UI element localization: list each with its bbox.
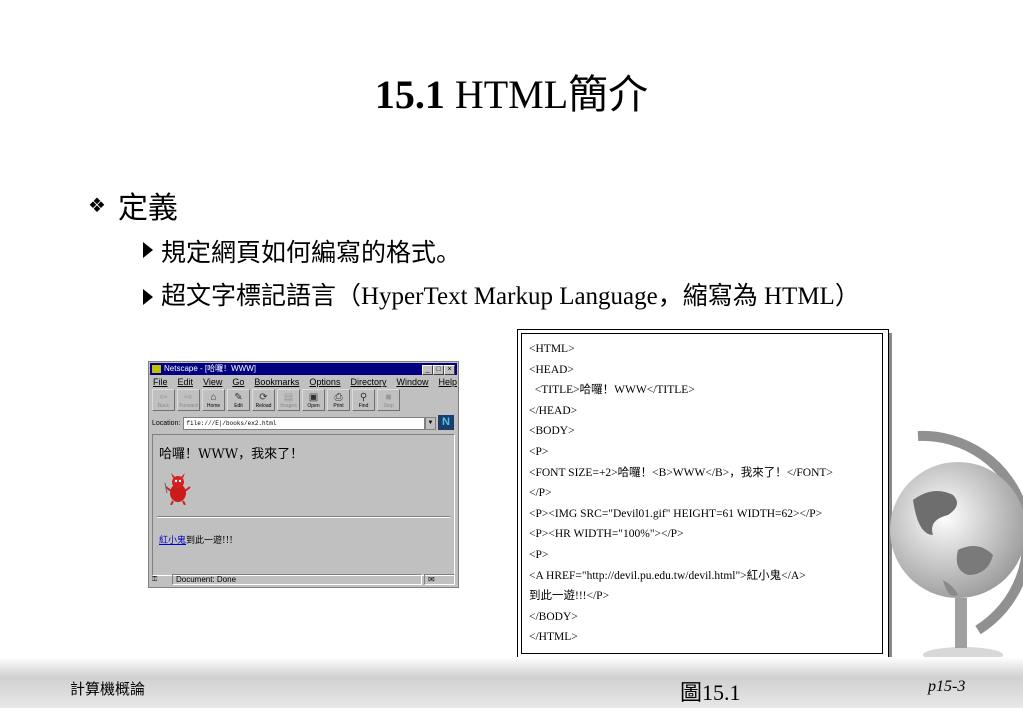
code-line: <HEAD> bbox=[529, 363, 574, 376]
minimize-icon[interactable]: _ bbox=[422, 365, 433, 375]
page-number: p15-3 bbox=[928, 678, 966, 695]
security-key-icon: ⚿ bbox=[152, 575, 158, 583]
code-line: <HTML> bbox=[529, 343, 575, 355]
window-titlebar: Netscape - [哈囉！WWW] _ □ × bbox=[150, 363, 457, 375]
menu-bookmarks[interactable]: Bookmarks bbox=[254, 377, 299, 387]
code-line: <TITLE>哈囉！WWW</TITLE> bbox=[529, 384, 695, 397]
reload-icon: ⟳ bbox=[259, 392, 268, 403]
code-line: <P><HR WIDTH="100%"></P> bbox=[529, 528, 684, 541]
print-button[interactable]: ⎙ Print bbox=[327, 389, 350, 411]
forward-button[interactable]: ⇨ Forward bbox=[177, 389, 200, 411]
home-button[interactable]: ⌂ Home bbox=[202, 389, 225, 411]
figure-caption: 圖15.1 bbox=[680, 680, 741, 705]
location-label: Location: bbox=[152, 419, 181, 427]
stop-button[interactable]: ■ Stop bbox=[377, 389, 400, 411]
code-lines: <HTML> <HEAD> <TITLE>哈囉！WWW</TITLE> </HEAD… bbox=[529, 339, 833, 648]
code-line: </HEAD> bbox=[529, 404, 578, 417]
open-button[interactable]: ▣ Open bbox=[302, 389, 325, 411]
code-line: 到此一遊!!!</P> bbox=[529, 590, 610, 603]
footer-course-title: 計算機概論 bbox=[70, 680, 146, 698]
images-button[interactable]: ▤ Images bbox=[277, 389, 300, 411]
code-line: <A HREF="http://devil.pu.edu.tw/devil.ht… bbox=[529, 569, 806, 582]
horizontal-rule bbox=[157, 516, 450, 518]
diamond-bullet-icon: ❖ bbox=[88, 194, 106, 217]
devil-link[interactable]: 紅小鬼 bbox=[159, 536, 186, 546]
sub-bullet-text: 規定網頁如何編寫的格式。 bbox=[161, 240, 462, 267]
maximize-icon[interactable]: □ bbox=[433, 365, 444, 375]
bullet-text: 定義 bbox=[117, 192, 178, 225]
menu-window[interactable]: Window bbox=[396, 377, 428, 387]
code-line: </P> bbox=[529, 487, 552, 500]
menu-file[interactable]: File bbox=[153, 377, 168, 387]
code-line: <BODY> bbox=[529, 425, 575, 438]
menu-edit[interactable]: Edit bbox=[178, 377, 194, 387]
menu-options[interactable]: Options bbox=[309, 377, 340, 387]
chevron-down-icon[interactable]: ▼ bbox=[425, 416, 436, 430]
reload-button[interactable]: ⟳ Reload bbox=[252, 389, 275, 411]
stop-icon: ■ bbox=[385, 392, 392, 403]
title-number: 15.1 bbox=[374, 72, 445, 117]
sub-bullet-text: 超文字標記語言（HyperText Markup Language，縮寫為 HT… bbox=[161, 283, 860, 310]
status-text: Document: Done bbox=[172, 574, 422, 585]
status-bar: ⚿ Document: Done ✉ bbox=[152, 574, 455, 585]
binoculars-icon: ⚲ bbox=[359, 392, 368, 403]
code-inner-frame: <HTML> <HEAD> <TITLE>哈囉！WWW</TITLE> </HEAD… bbox=[521, 333, 883, 654]
mail-icon: ✉ bbox=[424, 574, 455, 585]
images-icon: ▤ bbox=[283, 392, 294, 403]
code-line: <P> bbox=[529, 445, 549, 458]
sub-bullet-2: 超文字標記語言（HyperText Markup Language，縮寫為 HT… bbox=[143, 280, 923, 314]
window-title: Netscape - [哈囉！WWW] bbox=[164, 364, 257, 373]
code-line: <P><IMG SRC="Devil01.gif" HEIGHT=61 WIDT… bbox=[529, 507, 823, 520]
code-line: <FONT SIZE=+2>哈囉！<B>WWW</B>，我來了！</FONT> bbox=[529, 466, 833, 479]
bullet-definition: ❖ 定義 bbox=[88, 183, 178, 227]
menu-help[interactable]: Help bbox=[438, 377, 457, 387]
code-line: </BODY> bbox=[529, 610, 578, 623]
back-arrow-icon: ⇦ bbox=[159, 392, 168, 403]
location-input[interactable]: file:///E|/books/ex2.html bbox=[183, 416, 425, 430]
menu-directory[interactable]: Directory bbox=[350, 377, 386, 387]
netscape-window: Netscape - [哈囉！WWW] _ □ × File Edit View… bbox=[148, 361, 459, 588]
netscape-app-icon bbox=[152, 365, 161, 373]
page-content: 哈囉！WWW，我來了！ 紅小鬼到此一遊!!! bbox=[152, 434, 455, 576]
code-line: <P> bbox=[529, 548, 549, 561]
back-button[interactable]: ⇦ Back bbox=[152, 389, 175, 411]
page-heading: 哈囉！WWW，我來了！ bbox=[159, 447, 304, 462]
html-source-box: <HTML> <HEAD> <TITLE>哈囉！WWW</TITLE> </HEAD… bbox=[517, 329, 889, 660]
title-text: HTML簡介 bbox=[454, 72, 649, 117]
menu-bar: File Edit View Go Bookmarks Options Dire… bbox=[153, 377, 457, 387]
pencil-icon: ✎ bbox=[234, 392, 243, 403]
netscape-logo-icon: N bbox=[438, 415, 454, 430]
menu-go[interactable]: Go bbox=[232, 377, 244, 387]
link-trailing-text: 到此一遊!!! bbox=[186, 536, 233, 546]
globe-decoration bbox=[890, 430, 1023, 663]
location-bar: Location: file:///E|/books/ex2.html ▼ bbox=[152, 416, 436, 430]
triangle-bullet-icon bbox=[143, 289, 153, 305]
triangle-bullet-icon bbox=[143, 242, 153, 258]
link-line: 紅小鬼到此一遊!!! bbox=[159, 533, 233, 546]
devil-image bbox=[164, 473, 191, 505]
close-icon[interactable]: × bbox=[444, 365, 455, 375]
find-button[interactable]: ⚲ Find bbox=[352, 389, 375, 411]
home-icon: ⌂ bbox=[210, 392, 217, 403]
open-icon: ▣ bbox=[308, 392, 319, 403]
footer-bar bbox=[0, 657, 1023, 708]
toolbar: ⇦ Back ⇨ Forward ⌂ Home ✎ Edit ⟳ Reload ▤ Imag… bbox=[152, 389, 455, 413]
sub-bullet-1: 規定網頁如何編寫的格式。 bbox=[143, 233, 461, 269]
printer-icon: ⎙ bbox=[334, 392, 343, 403]
slide-title: 15.1 HTML簡介 bbox=[0, 62, 1023, 120]
edit-button[interactable]: ✎ Edit bbox=[227, 389, 250, 411]
menu-view[interactable]: View bbox=[203, 377, 222, 387]
forward-arrow-icon: ⇨ bbox=[184, 392, 193, 403]
code-line: </HTML> bbox=[529, 631, 578, 644]
